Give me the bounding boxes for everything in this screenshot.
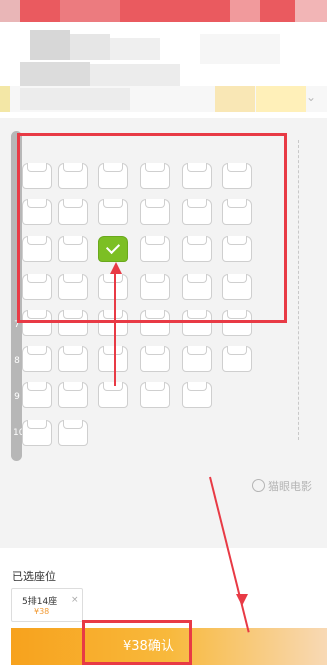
annotation-arrow-line <box>114 266 116 386</box>
row-number: 10 <box>13 428 25 438</box>
remove-ticket-icon[interactable]: × <box>71 595 79 605</box>
seat[interactable] <box>182 346 212 372</box>
seat[interactable] <box>182 382 212 408</box>
row-number: 8 <box>14 356 20 366</box>
seat[interactable] <box>22 382 52 408</box>
seat[interactable] <box>58 382 88 408</box>
annotation-seat-box <box>17 133 287 323</box>
seat[interactable] <box>140 382 170 408</box>
row-number: 9 <box>14 392 20 402</box>
ticket-price: ¥38 <box>34 607 50 616</box>
seat[interactable] <box>98 382 128 408</box>
aisle-divider <box>298 140 299 440</box>
seat[interactable] <box>222 346 252 372</box>
seat[interactable] <box>58 346 88 372</box>
watermark: 猫眼电影 <box>252 478 312 494</box>
header-red-bar <box>0 0 327 22</box>
selected-seat-ticket[interactable]: 5排14座 × ¥38 <box>11 588 83 622</box>
seat[interactable] <box>58 420 88 446</box>
annotation-arrow-head <box>110 262 122 274</box>
annotation-confirm-box <box>82 620 192 665</box>
selected-seats-title: 已选座位 <box>12 570 56 583</box>
movie-header: ⌄ <box>0 0 327 118</box>
seat[interactable] <box>22 420 52 446</box>
annotation-arrow-head <box>236 594 248 606</box>
seat[interactable] <box>140 346 170 372</box>
chevron-down-icon[interactable]: ⌄ <box>306 90 318 104</box>
cat-eye-icon <box>252 479 265 492</box>
seat[interactable] <box>98 346 128 372</box>
ticket-seat-label: 5排14座 <box>22 597 58 607</box>
seat[interactable] <box>22 346 52 372</box>
